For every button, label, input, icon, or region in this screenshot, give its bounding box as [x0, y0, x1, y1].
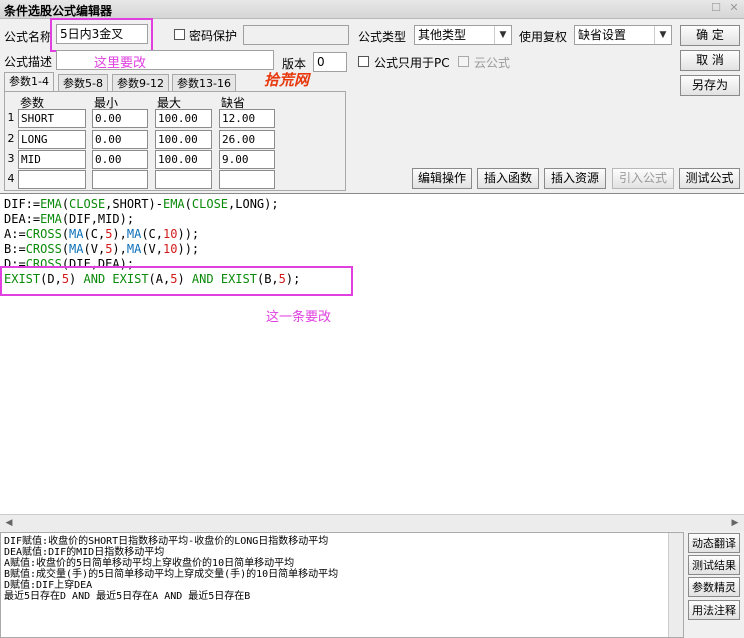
- param-min-cell[interactable]: 0.00: [92, 150, 148, 169]
- code-highlight-box: [0, 266, 353, 296]
- row-number: 3: [7, 152, 15, 165]
- chevron-down-icon: ▼: [494, 26, 511, 44]
- code-line: DEA:=EMA(DIF,MID);: [4, 212, 135, 226]
- desc-line: DIF赋值:收盘价的SHORT日指数移动平均-收盘价的LONG日指数移动平均: [4, 536, 329, 547]
- window-title: 条件选股公式编辑器: [4, 4, 113, 18]
- ok-button[interactable]: 确 定: [680, 25, 740, 46]
- type-value: 其他类型: [418, 28, 467, 42]
- desc-line: DEA赋值:DIF的MID日指数移动平均: [4, 547, 165, 558]
- desc-line: 最近5日存在D AND 最近5日存在A AND 最近5日存在B: [4, 591, 251, 602]
- param-default-cell[interactable]: 12.00: [219, 109, 275, 128]
- password-input[interactable]: [243, 25, 349, 45]
- param-wizard-button[interactable]: 参数精灵: [688, 577, 740, 597]
- line-annotation: 这一条要改: [266, 310, 332, 325]
- tab-params-5-8[interactable]: 参数5-8: [58, 74, 108, 92]
- scroll-right-icon[interactable]: ▶: [728, 517, 742, 529]
- param-min-cell[interactable]: 0.00: [92, 109, 148, 128]
- desc-line: D赋值:DIF上穿DEA: [4, 580, 93, 591]
- rights-label: 使用复权: [519, 30, 568, 44]
- type-select[interactable]: 其他类型 ▼: [414, 25, 512, 45]
- code-line: A:=CROSS(MA(C,5),MA(C,10));: [4, 227, 200, 241]
- insert-function-button[interactable]: 插入函数: [477, 168, 539, 189]
- tab-params-1-4[interactable]: 参数1-4: [4, 72, 54, 92]
- param-max-cell[interactable]: 100.00: [155, 109, 212, 128]
- rights-value: 缺省设置: [578, 28, 627, 42]
- param-max-cell[interactable]: 100.00: [155, 130, 212, 149]
- param-min-cell[interactable]: [92, 170, 148, 189]
- param-name-cell[interactable]: LONG: [18, 130, 86, 149]
- cloud-checkbox[interactable]: [458, 56, 469, 67]
- pc-only-checkbox[interactable]: [358, 56, 369, 67]
- watermark: 拾荒网: [264, 71, 310, 89]
- code-line: DIF:=EMA(CLOSE,SHORT)-EMA(CLOSE,LONG);: [4, 197, 279, 211]
- restore-icon[interactable]: ☐: [710, 2, 722, 14]
- row-number: 1: [7, 111, 15, 124]
- formula-explanation-panel: DIF赋值:收盘价的SHORT日指数移动平均-收盘价的LONG日指数移动平均 D…: [0, 532, 684, 638]
- name-label: 公式名称: [4, 30, 53, 44]
- code-line: B:=CROSS(MA(V,5),MA(V,10));: [4, 242, 200, 256]
- close-icon[interactable]: ✕: [728, 2, 740, 14]
- formula-desc-input[interactable]: [56, 50, 274, 70]
- import-formula-button[interactable]: 引入公式: [612, 168, 674, 189]
- tab-params-9-12[interactable]: 参数9-12: [112, 74, 169, 92]
- horizontal-scrollbar[interactable]: ◀ ▶: [0, 514, 744, 531]
- param-max-cell[interactable]: 100.00: [155, 150, 212, 169]
- usage-note-button[interactable]: 用法注释: [688, 600, 740, 620]
- param-name-cell[interactable]: SHORT: [18, 109, 86, 128]
- row-number: 4: [7, 172, 15, 185]
- param-max-cell[interactable]: [155, 170, 212, 189]
- param-default-cell[interactable]: [219, 170, 275, 189]
- param-default-cell[interactable]: 26.00: [219, 130, 275, 149]
- test-formula-button[interactable]: 测试公式: [679, 168, 740, 189]
- desc-label: 公式描述: [4, 55, 53, 69]
- name-annotation: 这里要改: [94, 56, 147, 71]
- save-as-button[interactable]: 另存为: [680, 75, 740, 96]
- param-min-cell[interactable]: 0.00: [92, 130, 148, 149]
- cloud-label: 云公式: [474, 56, 511, 70]
- vertical-scrollbar[interactable]: [668, 533, 683, 637]
- insert-resource-button[interactable]: 插入资源: [544, 168, 606, 189]
- edit-operation-button[interactable]: 编辑操作: [412, 168, 472, 189]
- chevron-down-icon: ▼: [654, 26, 671, 44]
- tab-params-13-16[interactable]: 参数13-16: [172, 74, 236, 92]
- param-name-cell[interactable]: MID: [18, 150, 86, 169]
- desc-line: A赋值:收盘价的5日简单移动平均上穿收盘价的10日简单移动平均: [4, 558, 295, 569]
- dynamic-translate-button[interactable]: 动态翻译: [688, 533, 740, 553]
- code-editor[interactable]: DIF:=EMA(CLOSE,SHORT)-EMA(CLOSE,LONG); D…: [0, 193, 744, 531]
- password-label: 密码保护: [189, 29, 238, 43]
- test-result-button[interactable]: 测试结果: [688, 555, 740, 575]
- scroll-left-icon[interactable]: ◀: [2, 517, 16, 529]
- param-default-cell[interactable]: 9.00: [219, 150, 275, 169]
- name-highlight-box: [50, 18, 153, 52]
- password-checkbox[interactable]: [174, 29, 185, 40]
- pc-only-label: 公式只用于PC: [374, 56, 450, 70]
- title-bar: 条件选股公式编辑器 ☐ ✕: [0, 0, 744, 19]
- row-number: 2: [7, 132, 15, 145]
- version-input[interactable]: 0: [313, 52, 347, 72]
- cancel-button[interactable]: 取 消: [680, 50, 740, 71]
- desc-line: B赋值:成交量(手)的5日简单移动平均上穿成交量(手)的10日简单移动平均: [4, 569, 339, 580]
- param-name-cell[interactable]: [18, 170, 86, 189]
- type-label: 公式类型: [358, 30, 407, 44]
- rights-select[interactable]: 缺省设置 ▼: [574, 25, 672, 45]
